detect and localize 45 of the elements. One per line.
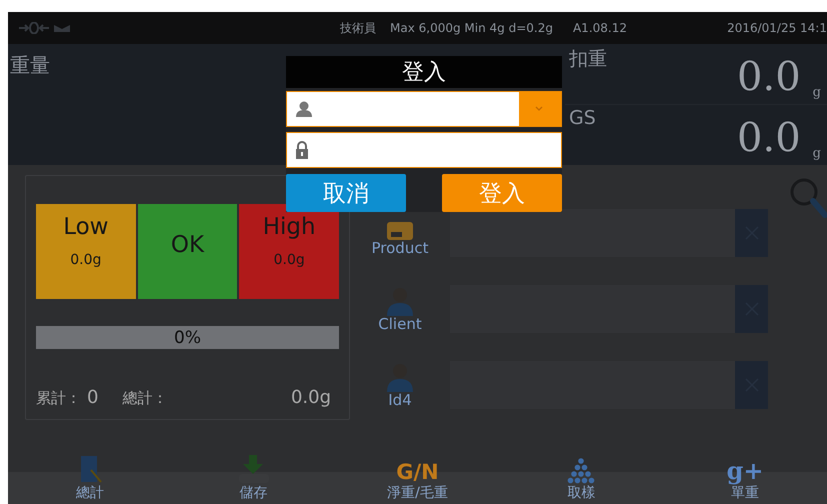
field-label: Id4 [388,392,412,409]
unit-label: g [812,146,821,161]
field-label: Client [378,316,422,333]
zone-value: 0.0g [70,252,102,268]
count-value: 0 [87,387,98,408]
user-icon [295,101,313,117]
lock-icon [295,141,309,159]
readout-label: GS [568,106,596,131]
toolbar-button[interactable]: G/N 淨重/毛重 [362,442,472,504]
total-label: 總計： [122,389,168,408]
toolbar-button[interactable]: 取樣 [526,442,636,504]
count-label: 累計： [36,389,81,408]
total-value: 0.0g [290,387,331,408]
username-field[interactable] [286,91,562,127]
dialog-title: 登入 [286,56,562,88]
dropdown-button[interactable] [519,92,561,126]
operator-label: 技術員 [340,20,376,36]
cancel-button[interactable]: 取消 [286,174,406,212]
login-button[interactable]: 登入 [442,174,562,212]
toolbar-button[interactable]: 總計 [34,442,145,504]
zone-label: Low [63,214,108,240]
person-icon [384,362,416,392]
date-time: 2016/01/25 14:1 [727,21,827,35]
toolbar-button[interactable]: g+ 單重 [690,442,800,504]
readout-value: 0.0 [737,54,801,100]
weight-label: 重量 [10,53,50,77]
chevron-down-icon [535,106,543,112]
zone-value: 0.0g [274,252,305,268]
toolbar-icon-text: G/N [396,460,439,484]
toolbar-icon-text: g+ [726,458,764,484]
person-icon [384,286,416,316]
box-icon [387,222,413,240]
text-field[interactable] [450,209,735,257]
zone-label: OK [170,232,204,258]
zone-label: High [262,214,316,240]
password-field[interactable] [286,132,562,168]
progress-reading: 0% [174,328,201,348]
scale-spec: Max 6,000g Min 4g d=0.2g [390,21,553,35]
readout-label: 扣重 [568,47,607,72]
dots-icon [566,458,596,484]
field-label: Product [372,240,428,257]
toolbar-button[interactable]: 儲存 [198,442,309,504]
unit-label: g [812,85,821,100]
firmware-version: A1.08.12 [572,21,627,35]
readout-value: 0.0 [737,115,801,161]
